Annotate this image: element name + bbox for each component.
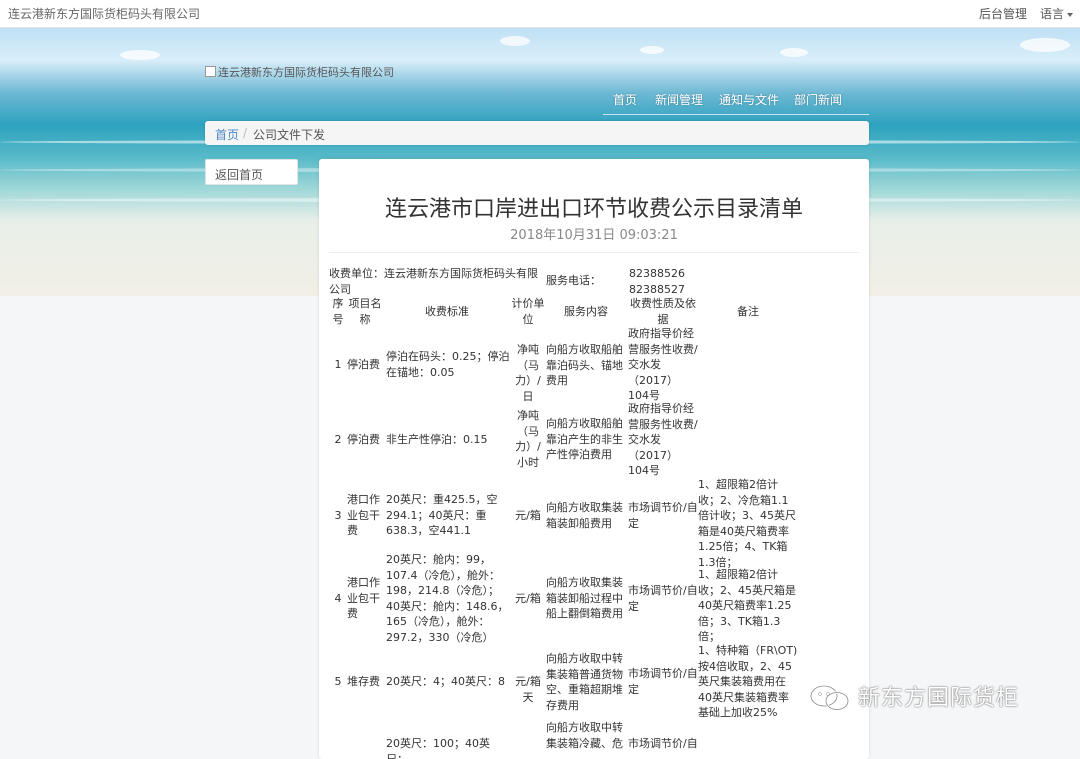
header-item: 项目名称	[348, 297, 382, 326]
row-5-item: 堆存费	[347, 675, 380, 688]
brand-name[interactable]: 连云港新东方国际货柜码头有限公司	[8, 5, 200, 22]
row-2-unit: 净吨（马力）/小时	[515, 409, 541, 469]
cloud-decoration	[640, 46, 664, 54]
breadcrumb-home[interactable]: 首页	[215, 126, 239, 143]
row-4-content: 向船方收取集装箱装卸船过程中船上翻倒箱费用	[546, 576, 623, 620]
wechat-icon	[809, 684, 850, 711]
logo-alt-text: 连云港新东方国际货柜码头有限公司	[218, 66, 394, 79]
admin-link[interactable]: 后台管理	[979, 5, 1027, 22]
main-nav: 首页 新闻管理 通知与文件 部门新闻	[603, 90, 869, 115]
nav-item-home[interactable]: 首页	[613, 91, 637, 108]
row-3-unit: 元/箱	[515, 509, 541, 522]
article-date: 2018年10月31日 09:03:21	[510, 228, 678, 243]
row-3-content: 向船方收取集装箱装卸船费用	[546, 501, 623, 530]
row-1-unit: 净吨（马力）/日	[515, 343, 541, 403]
top-bar: 连云港新东方国际货柜码头有限公司 后台管理 语言	[0, 0, 1080, 28]
row-2-seq: 2	[334, 433, 342, 446]
header-nature: 收费性质及依据	[630, 297, 696, 326]
article-title: 连云港市口岸进出口环节收费公示目录清单	[384, 197, 803, 222]
watermark-text: 新东方国际货柜	[858, 686, 1020, 711]
row-3-standard: 20英尺：重425.5，空294.1；40英尺：重638.3，空441.1	[386, 493, 498, 537]
cloud-decoration	[780, 48, 808, 57]
phone-number: 82388527	[629, 282, 685, 296]
row-2-standard: 非生产性停泊：0.15	[386, 433, 488, 446]
row-4-seq: 4	[334, 592, 342, 605]
cloud-decoration	[1020, 38, 1070, 52]
header-unit: 计价单位	[511, 297, 545, 326]
breadcrumb-current: 公司文件下发	[253, 128, 326, 142]
row-5-nature: 市场调节价/自定	[628, 667, 698, 696]
back-home-button[interactable]: 返回首页	[205, 159, 298, 185]
row-6-nature: 市场调节价/自	[628, 737, 698, 750]
header-remark: 备注	[737, 305, 759, 318]
row-1-item: 停泊费	[347, 358, 380, 371]
row-6-content: 向船方收取中转集装箱冷藏、危	[546, 721, 623, 750]
language-dropdown[interactable]: 语言	[1040, 5, 1074, 22]
back-home-label: 返回首页	[215, 168, 264, 182]
header-seq: 序号	[332, 297, 344, 326]
row-4-unit: 元/箱	[515, 592, 541, 605]
row-3-remark: 1、超限箱2倍计收；2、冷危箱1.1倍计收；3、45英尺箱是40英尺箱费率1.2…	[698, 478, 796, 569]
row-2-item: 停泊费	[347, 433, 380, 446]
breadcrumb-separator: /	[243, 126, 248, 140]
cloud-decoration	[120, 50, 160, 60]
row-5-remark: 1、特种箱（FR\OT)按4倍收取，2、45英尺集装箱费用在40英尺集装箱费率基…	[698, 644, 798, 719]
row-4-item: 港口作业包干费	[347, 576, 380, 620]
breadcrumb: 首页 / 公司文件下发	[205, 121, 869, 145]
row-1-content: 向船方收取船舶靠泊码头、锚地费用	[546, 343, 623, 387]
header-standard: 收费标准	[425, 305, 469, 318]
row-1-seq: 1	[334, 358, 342, 371]
nav-item-notices[interactable]: 通知与文件	[719, 91, 779, 108]
cloud-decoration	[500, 36, 530, 46]
phone-label: 服务电话：	[546, 274, 601, 287]
row-3-seq: 3	[334, 509, 342, 522]
article-panel: 连云港市口岸进出口环节收费公示目录清单 2018年10月31日 09:03:21…	[319, 159, 869, 759]
broken-image-icon	[205, 66, 216, 77]
site-logo[interactable]: 连云港新东方国际货柜码头有限公司	[205, 64, 394, 80]
phone-numbers: 82388526 82388527	[629, 266, 699, 297]
row-1-nature: 政府指导价经营服务性收费/交水发（2017）104号	[628, 327, 698, 402]
nav-item-dept-news[interactable]: 部门新闻	[794, 91, 842, 108]
row-2-content: 向船方收取船舶靠泊产生的非生产性停泊费用	[546, 417, 623, 461]
title-divider	[329, 252, 859, 253]
row-5-unit: 元/箱天	[515, 675, 541, 704]
row-5-content: 向船方收取中转集装箱普通货物空、重箱超期堆存费用	[546, 652, 623, 712]
nav-item-news[interactable]: 新闻管理	[655, 91, 703, 108]
caret-down-icon	[1067, 12, 1074, 17]
row-3-item: 港口作业包干费	[347, 493, 380, 537]
fee-unit: 收费单位：连云港新东方国际货柜码头有限公司	[329, 266, 547, 297]
fee-unit-label: 收费单位：	[329, 267, 384, 280]
phone-number: 82388526	[629, 267, 685, 280]
row-6-standard: 20英尺：100；40英尺：	[386, 737, 490, 759]
row-5-standard: 20英尺：4；40英尺：8	[386, 675, 505, 688]
row-4-nature: 市场调节价/自定	[628, 584, 698, 613]
row-2-nature: 政府指导价经营服务性收费/交水发（2017）104号	[628, 402, 698, 477]
language-label: 语言	[1040, 7, 1065, 21]
header-content: 服务内容	[564, 305, 608, 318]
row-5-seq: 5	[334, 675, 342, 688]
row-1-standard: 停泊在码头：0.25；停泊在锚地：0.05	[386, 350, 510, 379]
row-3-nature: 市场调节价/自定	[628, 501, 698, 530]
row-4-remark: 1、超限箱2倍计收；2、45英尺箱是40英尺箱费率1.25倍；3、TK箱1.3倍…	[698, 568, 796, 643]
row-4-standard: 20英尺：舱内：99，107.4（冷危），舱外：198，214.8（冷危）；40…	[386, 553, 509, 644]
